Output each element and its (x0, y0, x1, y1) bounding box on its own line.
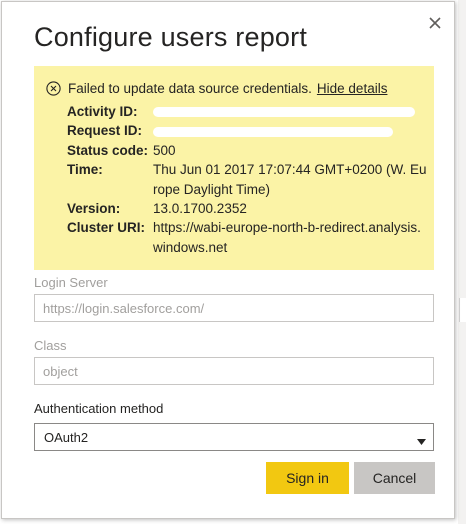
chevron-down-icon (417, 434, 426, 445)
detail-row-cluster-uri: Cluster URI: https://wabi-europe-north-b… (67, 218, 427, 257)
login-server-label: Login Server (34, 275, 108, 290)
detail-value-redacted (153, 121, 427, 140)
detail-value-redacted (153, 102, 427, 121)
sign-in-button[interactable]: Sign in (266, 462, 349, 494)
authentication-method-label: Authentication method (34, 401, 164, 416)
background-element (459, 298, 466, 322)
detail-value: 13.0.1700.2352 (153, 201, 247, 217)
detail-label: Cluster URI: (67, 220, 146, 236)
dialog-title: Configure users report (34, 22, 308, 52)
redaction-mark (153, 126, 393, 137)
class-label: Class (34, 338, 67, 353)
detail-value: 500 (153, 142, 176, 158)
authentication-method-select[interactable]: OAuth2 (34, 423, 434, 451)
hide-details-link[interactable]: Hide details (317, 81, 388, 96)
configure-users-report-dialog: Configure users report Failed to update … (1, 1, 455, 519)
error-message: Failed to update data source credentials… (68, 81, 312, 96)
detail-label: Activity ID: (67, 104, 138, 119)
error-panel: Failed to update data source credentials… (34, 66, 434, 270)
detail-label: Time: (67, 162, 103, 178)
close-icon[interactable] (426, 14, 444, 32)
detail-label: Version: (67, 201, 121, 217)
detail-row-version: Version: 13.0.1700.2352 (67, 199, 427, 218)
error-header: Failed to update data source credentials… (46, 81, 387, 96)
detail-row-activity-id: Activity ID: (67, 102, 427, 121)
detail-row-status-code: Status code: 500 (67, 141, 427, 160)
background-page (458, 0, 466, 524)
redaction-mark (153, 107, 415, 118)
class-input[interactable] (34, 357, 434, 385)
detail-label: Request ID: (67, 123, 143, 139)
detail-row-request-id: Request ID: (67, 121, 427, 140)
detail-value: Thu Jun 01 2017 17:07:44 GMT+0200 (W. Eu… (153, 162, 427, 197)
detail-value: https://wabi-europe-north-b-redirect.ana… (153, 220, 421, 255)
cancel-button[interactable]: Cancel (354, 462, 435, 494)
detail-row-time: Time: Thu Jun 01 2017 17:07:44 GMT+0200 … (67, 160, 427, 199)
error-details: Activity ID: Request ID: Status code: 50… (67, 102, 427, 257)
login-server-input[interactable] (34, 294, 434, 322)
selected-value: OAuth2 (44, 430, 89, 445)
error-circle-x-icon (46, 81, 61, 96)
detail-label: Status code: (67, 142, 149, 158)
